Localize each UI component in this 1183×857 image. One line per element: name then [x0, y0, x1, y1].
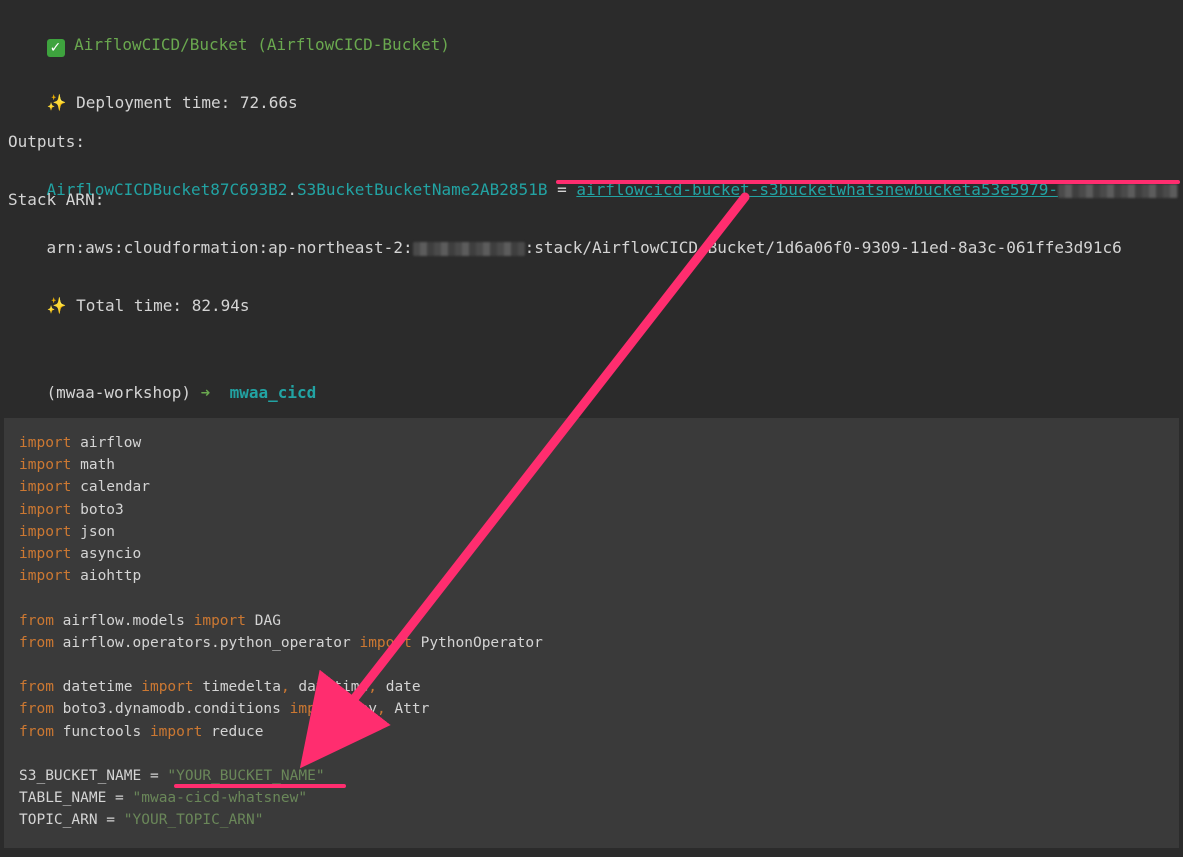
assignment-line: TOPIC_ARN = "YOUR_TOPIC_ARN": [19, 812, 263, 828]
variable-name: TOPIC_ARN: [19, 812, 98, 829]
from-import-line: from boto3.dynamodb.conditions import Ke…: [19, 701, 429, 717]
from-import-line: from airflow.models import DAG: [19, 613, 281, 629]
string-value: "YOUR_BUCKET_NAME": [167, 768, 325, 784]
import-line: import calendar: [19, 479, 150, 495]
output-highlight-underline: [556, 180, 1180, 184]
keyword: from: [19, 634, 54, 651]
module-name: aiohttp: [71, 568, 142, 585]
redacted-bucket-suffix: [1058, 183, 1178, 198]
keyword: import: [19, 479, 72, 496]
stack-arn-label: Stack ARN:: [8, 190, 105, 209]
imported-name: Attr: [394, 701, 430, 718]
module-name: math: [71, 457, 116, 474]
keyword: import: [19, 501, 72, 518]
arn-suffix: :stack/AirflowCICD-Bucket/1d6a06f0-9309-…: [524, 238, 1122, 257]
stack-arn-line: arn:aws:cloudformation:ap-northeast-2: :s…: [8, 219, 1122, 276]
import-line: import aiohttp: [19, 568, 141, 584]
keyword: import: [193, 612, 246, 629]
comma: ,: [280, 679, 299, 696]
sparkles-icon: ✨: [46, 296, 67, 315]
module-name: airflow.operators.python_operator: [53, 634, 360, 651]
equals: =: [141, 768, 168, 784]
from-import-line: from airflow.operators.python_operator i…: [19, 635, 543, 651]
output-line: AirflowCICDBucket87C693B2.S3BucketBucket…: [8, 161, 1178, 218]
assignment-line: S3_BUCKET_NAME = "YOUR_BUCKET_NAME": [19, 768, 325, 784]
shell-prompt[interactable]: (mwaa-workshop) ➜ mwaa_cicd: [8, 364, 317, 421]
terminal-output: ✓ AirflowCICD/Bucket (AirflowCICD-Bucket…: [0, 0, 1183, 416]
imported-name: DAG: [246, 612, 281, 629]
from-import-line: from datetime import timedelta, datetime…: [19, 679, 421, 695]
keyword: from: [19, 723, 54, 740]
keyword: import: [19, 546, 72, 562]
redacted-account-id: [412, 241, 525, 256]
arn-prefix: arn:aws:cloudformation:ap-northeast-2:: [46, 238, 413, 257]
prompt-arrow-icon: ➜: [200, 383, 211, 402]
equals: =: [106, 790, 133, 807]
keyword: import: [289, 701, 343, 718]
keyword: from: [19, 612, 54, 629]
keyword: import: [19, 523, 72, 540]
module-name: asyncio: [71, 546, 142, 562]
module-name: json: [71, 523, 116, 540]
output-key-b: S3BucketBucketName2AB2851B: [297, 180, 548, 199]
keyword: from: [19, 679, 54, 696]
string-value: "YOUR_TOPIC_ARN": [123, 812, 264, 829]
keyword: import: [141, 679, 194, 696]
imported-name: reduce: [202, 723, 264, 740]
total-time-line: ✨ Total time: 82.94s: [8, 277, 250, 334]
module-name: boto3.dynamodb.conditions: [53, 701, 290, 718]
import-line: import json: [19, 524, 115, 540]
total-time: Total time: 82.94s: [76, 296, 250, 315]
keyword: import: [149, 723, 203, 740]
module-name: datetime: [53, 679, 142, 696]
prompt-dir: mwaa_cicd: [229, 383, 317, 402]
prompt-env: (mwaa-workshop): [46, 383, 192, 402]
deploy-status-line: ✓ AirflowCICD/Bucket (AirflowCICD-Bucket…: [8, 16, 450, 76]
variable-name: TABLE_NAME: [19, 790, 107, 807]
import-line: import math: [19, 457, 115, 473]
import-line: import boto3: [19, 502, 124, 518]
import-line: import airflow: [19, 435, 141, 451]
keyword: from: [19, 701, 54, 718]
module-name: airflow: [71, 435, 142, 451]
outputs-label: Outputs:: [8, 132, 86, 151]
assignment-line: TABLE_NAME = "mwaa-cicd-whatsnew": [19, 790, 307, 806]
bucket-name-highlight-underline: [174, 784, 346, 788]
keyword: import: [19, 435, 72, 451]
module-name: calendar: [71, 479, 150, 496]
deployment-time: Deployment time: 72.66s: [76, 93, 298, 112]
module-name: airflow.models: [53, 612, 194, 629]
imported-name: date: [385, 679, 421, 696]
module-name: functools: [53, 723, 150, 740]
imported-name: PythonOperator: [411, 634, 543, 651]
deployment-time-line: ✨ Deployment time: 72.66s: [8, 74, 298, 131]
equals: =: [97, 812, 124, 829]
imported-name: datetime: [298, 679, 369, 696]
keyword: import: [359, 634, 412, 651]
import-line: import asyncio: [19, 546, 141, 562]
string-value: "mwaa-cicd-whatsnew": [132, 790, 308, 807]
deploy-title: AirflowCICD/Bucket (AirflowCICD-Bucket): [74, 35, 450, 54]
comma: ,: [376, 701, 395, 718]
module-name: boto3: [71, 501, 124, 518]
from-import-line: from functools import reduce: [19, 724, 263, 740]
keyword: import: [19, 568, 72, 585]
check-icon: ✓: [46, 39, 65, 57]
imported-name: Key: [342, 701, 377, 718]
imported-name: timedelta: [193, 679, 281, 696]
comma: ,: [368, 679, 386, 696]
keyword: import: [19, 457, 72, 474]
variable-name: S3_BUCKET_NAME: [19, 768, 142, 784]
sparkles-icon: ✨: [46, 93, 67, 112]
